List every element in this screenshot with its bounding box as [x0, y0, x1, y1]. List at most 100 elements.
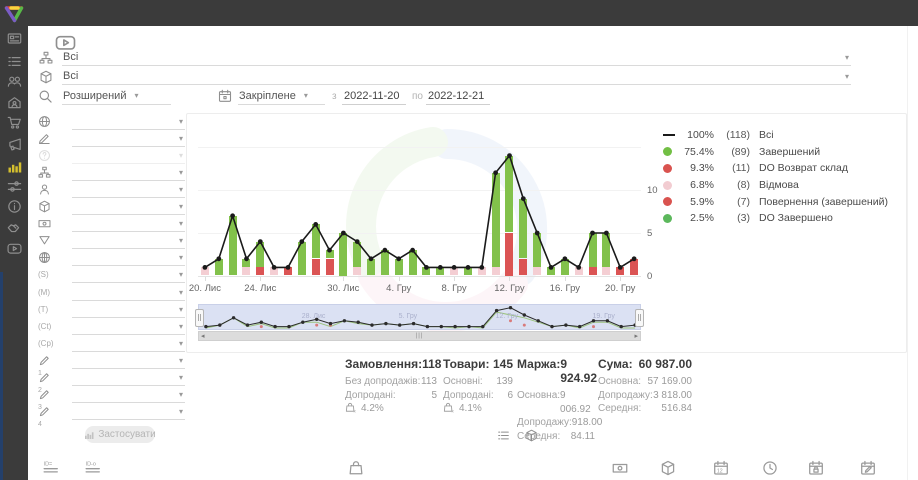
- filter-select-17[interactable]: [72, 387, 185, 403]
- sidebar-item-sliders-icon[interactable]: [7, 179, 22, 194]
- filter-select-16[interactable]: [72, 370, 185, 386]
- calendar-icon[interactable]: [218, 89, 232, 103]
- filter-select-15[interactable]: [72, 353, 185, 369]
- legend-label: DO Возврат склад: [759, 162, 848, 174]
- stat-sub-row: x4.1%: [443, 402, 513, 416]
- legend-percent: 75.4%: [678, 146, 714, 158]
- footer-calendarlock-icon[interactable]: [808, 460, 824, 476]
- date-to-field[interactable]: 2022-12-21: [426, 89, 490, 105]
- x-tick-label: 20. Гру: [605, 283, 635, 294]
- filter-select-3[interactable]: [72, 148, 185, 164]
- sidebar-item-banner-icon[interactable]: [7, 31, 22, 46]
- stat-sub-label: Допродані:: [443, 389, 494, 403]
- x-tickmark: [620, 277, 621, 281]
- footer-bag-icon[interactable]: [348, 460, 364, 476]
- chip-filter-icon: (T): [38, 303, 48, 316]
- filter-select-5[interactable]: [72, 182, 185, 198]
- sidebar-item-chartbars-icon[interactable]: [7, 159, 22, 174]
- chip-filter-icon: (Cp): [38, 337, 54, 350]
- legend-item[interactable]: 5.9%(7)Повернення (завершений): [663, 193, 888, 210]
- footer-calendaredit-icon[interactable]: [860, 460, 876, 476]
- stat-title-label: Замовлення:: [345, 357, 422, 371]
- y-tick-5: 5: [647, 228, 665, 239]
- sidebar-item-megaphone-icon[interactable]: [7, 137, 22, 152]
- sidebar-item-handshake-icon[interactable]: [7, 220, 22, 235]
- filter-select-13[interactable]: [72, 319, 185, 335]
- filter-select-7[interactable]: [72, 216, 185, 232]
- sidebar-item-home-icon[interactable]: [7, 95, 22, 110]
- filter-select-8[interactable]: [72, 233, 185, 249]
- brand-logo-icon: [3, 2, 25, 24]
- filter-select-2[interactable]: [72, 131, 185, 147]
- legend-percent: 2.5%: [678, 212, 714, 224]
- footer-money-icon[interactable]: [612, 460, 628, 476]
- globe-filter-icon: [38, 115, 51, 128]
- search-icon[interactable]: [38, 89, 53, 104]
- stats-list-icon[interactable]: [497, 429, 510, 442]
- stat-sub-label: Основна:: [517, 389, 560, 416]
- sidebar-item-users-icon[interactable]: [7, 74, 22, 89]
- apply-button[interactable]: Застосувати: [85, 426, 155, 443]
- legend-percent: 6.8%: [678, 179, 714, 191]
- footer-cube-icon[interactable]: [660, 460, 676, 476]
- product-scope-select[interactable]: Всі: [62, 69, 851, 85]
- legend-dot-icon: [663, 181, 672, 190]
- filter-select-10[interactable]: [72, 267, 185, 283]
- sidebar-item-cart-icon[interactable]: [7, 115, 22, 130]
- footer-calendar12-icon[interactable]: 12: [713, 460, 729, 476]
- scroll-left-arrow[interactable]: ◂: [201, 332, 205, 341]
- legend-count: (89): [714, 146, 750, 158]
- x-tick-label: 12. Гру: [494, 283, 524, 294]
- scroll-right-arrow[interactable]: ▸: [634, 332, 638, 341]
- filter-select-11[interactable]: [72, 285, 185, 301]
- legend-count: (7): [714, 196, 750, 208]
- navigator-date-label: 19. Гру: [592, 313, 614, 320]
- funnel-scope-value: Всі: [63, 50, 78, 64]
- filter-select-18[interactable]: [72, 404, 185, 420]
- chart-horizontal-scrollbar[interactable]: ◂ ▸ |||: [198, 331, 641, 341]
- footer-idlines-ID=-icon[interactable]: ID=: [43, 460, 59, 476]
- period-type-select[interactable]: Закріплене: [238, 89, 325, 105]
- filter-row-question: [38, 148, 178, 164]
- legend-item[interactable]: 9.3%(11)DO Возврат склад: [663, 160, 888, 177]
- stat-sub-value: 6: [507, 389, 513, 403]
- search-mode-select[interactable]: Розширений: [62, 89, 171, 105]
- x-tick-label: 20. Лис: [189, 283, 221, 294]
- legend-item[interactable]: 6.8%(8)Відмова: [663, 177, 888, 194]
- stat-sub-row: Допродажу:3 818.00: [598, 389, 692, 403]
- sidebar: [0, 26, 28, 480]
- footer-clock-icon[interactable]: [762, 460, 778, 476]
- stat-sub-value: 918.00: [572, 416, 603, 430]
- filter-select-4[interactable]: [72, 165, 185, 181]
- sidebar-scroll-indicator[interactable]: [0, 272, 3, 480]
- upsell-rate-icon: x: [345, 402, 357, 416]
- chip-filter-icon: (M): [38, 286, 50, 299]
- upsell-rate-icon: x: [443, 402, 455, 416]
- navigator-right-handle[interactable]: [635, 309, 644, 327]
- legend-item[interactable]: 2.5%(3)DO Завершено: [663, 210, 888, 227]
- stat-title-value: 9 924.92: [560, 357, 597, 385]
- filter-row-(Ct): (Ct): [38, 319, 178, 335]
- scroll-grip[interactable]: |||: [416, 333, 424, 340]
- navigator-left-handle[interactable]: [195, 309, 204, 327]
- legend-item[interactable]: 100%(118)Всі: [663, 127, 888, 144]
- chart-range-navigator[interactable]: 28. Лис5. Гру12. Гру19. Гру: [198, 304, 641, 330]
- stats-cube-icon[interactable]: [525, 429, 538, 442]
- filter-select-14[interactable]: [72, 336, 185, 352]
- footer-idlines-ID-o-icon[interactable]: ID-o: [85, 460, 101, 476]
- filter-select-9[interactable]: [72, 250, 185, 266]
- sidebar-item-video-icon[interactable]: [7, 241, 22, 256]
- sidebar-item-info-icon[interactable]: [7, 199, 22, 214]
- orders-chart-plot[interactable]: [198, 121, 641, 277]
- filter-select-6[interactable]: [72, 199, 185, 215]
- date-from-field[interactable]: 2022-11-20: [342, 89, 406, 105]
- legend-percent: 9.3%: [678, 162, 714, 174]
- stat-sub-label: Допродані:: [345, 389, 396, 403]
- legend-item[interactable]: 75.4%(89)Завершений: [663, 144, 888, 161]
- legend-count: (3): [714, 212, 750, 224]
- filter-select-1[interactable]: [72, 114, 185, 130]
- sidebar-item-list-icon[interactable]: [7, 54, 22, 69]
- filter-select-12[interactable]: [72, 302, 185, 318]
- funnel-scope-select[interactable]: Всі: [62, 50, 851, 66]
- stat-sub-label: Допродажу:: [517, 416, 572, 430]
